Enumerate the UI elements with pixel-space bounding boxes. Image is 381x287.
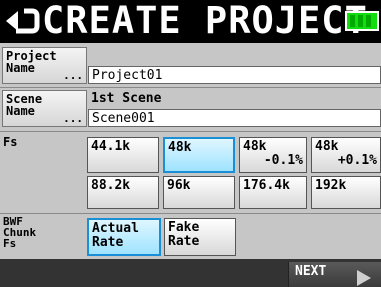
fs-label: Fs	[3, 135, 18, 149]
fs-option-label: 44.1k	[91, 139, 131, 154]
fs-option-label: 192k	[315, 178, 347, 193]
fs-option-96k[interactable]: 96k	[163, 176, 235, 209]
fs-option-sublabel: -0.1%	[263, 153, 303, 168]
fs-option-label: 176.4k	[243, 178, 290, 193]
next-button[interactable]: NEXT	[288, 262, 381, 287]
fs-option-192k[interactable]: 192k	[311, 176, 381, 209]
fs-option-label: 48k	[243, 139, 267, 154]
project-name-field: Project01	[88, 66, 381, 84]
bwf-option-label-line2: Rate	[168, 234, 200, 249]
fs-option-88-2k[interactable]: 88.2k	[87, 176, 159, 209]
fs-option-sublabel: +0.1%	[337, 153, 377, 168]
ellipsis-icon: ...	[63, 69, 83, 82]
bwf-chunk-fs-label: BWF Chunk Fs	[3, 216, 36, 249]
page-title: CREATE PROJECT	[42, 0, 368, 42]
bwf-option-fake-rate[interactable]: Fake Rate	[164, 218, 236, 256]
fs-option-44-1k[interactable]: 44.1k	[87, 137, 159, 173]
scene-name-field: Scene001	[88, 109, 381, 127]
scene-caption: 1st Scene	[91, 91, 162, 106]
project-name-button[interactable]: Project Name ...	[2, 47, 87, 84]
bwf-option-actual-rate[interactable]: Actual Rate	[87, 218, 161, 256]
battery-icon	[345, 11, 379, 31]
back-button[interactable]	[2, 3, 42, 39]
scene-name-button[interactable]: Scene Name ...	[2, 90, 87, 127]
bwf-option-label-line2: Rate	[92, 235, 124, 250]
divider	[0, 87, 381, 88]
next-label: NEXT	[295, 264, 327, 279]
divider	[0, 131, 381, 132]
fs-option-label: 88.2k	[91, 178, 131, 193]
bwf-option-label-line1: Actual	[92, 221, 139, 236]
back-arrow-icon	[6, 8, 40, 34]
bwf-option-label-line1: Fake	[168, 220, 200, 235]
fs-option-label: 48k	[315, 139, 339, 154]
divider	[0, 213, 381, 214]
fs-option-48k-minus-0-1[interactable]: 48k -0.1%	[239, 137, 307, 173]
fs-option-48k-plus-0-1[interactable]: 48k +0.1%	[311, 137, 381, 173]
right-arrow-icon	[357, 270, 371, 286]
bwf-label-line3: Fs	[3, 237, 17, 250]
fs-option-176-4k[interactable]: 176.4k	[239, 176, 307, 209]
ellipsis-icon: ...	[63, 112, 83, 125]
fs-option-48k[interactable]: 48k	[163, 137, 235, 173]
fs-option-label: 96k	[167, 178, 191, 193]
fs-option-label: 48k	[168, 140, 192, 155]
